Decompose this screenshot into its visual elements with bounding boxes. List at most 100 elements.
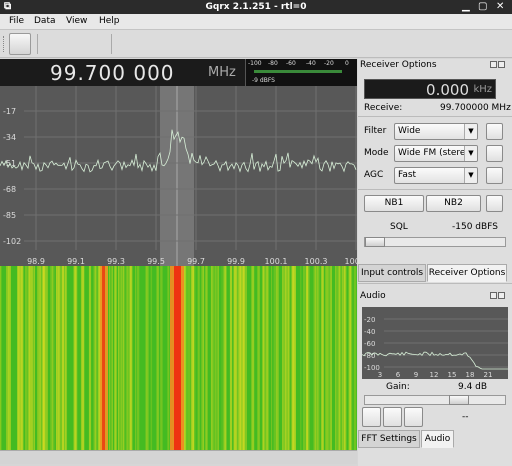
y-tick-label: -85 [3, 211, 16, 220]
offset-unit: kHz [473, 84, 492, 95]
x-tick-label: 99.5 [147, 257, 165, 266]
mode-label: Mode [364, 148, 389, 158]
waterfall-streak [223, 266, 225, 450]
maximize-icon[interactable]: ▢ [478, 0, 487, 14]
waterfall-streak [73, 266, 77, 450]
waterfall-svg [0, 266, 357, 450]
filter-offset-display[interactable]: 0.000 kHz [364, 79, 496, 99]
x-tick-label: 100.1 [265, 257, 288, 266]
waterfall-streak [201, 266, 203, 450]
waterfall-streak [284, 266, 287, 450]
waterfall-streak [37, 266, 40, 450]
frequency-bar: 99.700 000 MHz -100 -80 -60 -40 -20 0 -9… [0, 59, 357, 86]
nb1-button[interactable]: NB1 [364, 195, 424, 212]
divider [358, 116, 512, 117]
float-icon[interactable] [490, 61, 497, 68]
meter-level-bar [254, 70, 342, 73]
waterfall-streak [50, 266, 54, 450]
audio-x-tick-label: 18 [466, 371, 475, 379]
menu-file[interactable]: File [9, 16, 24, 26]
audio-gain-slider[interactable] [364, 395, 506, 405]
chevron-down-icon: ▼ [464, 146, 477, 161]
audio-y-tick-label: -60 [364, 340, 375, 348]
waterfall-streak [56, 266, 59, 450]
gain-label: Gain: [386, 382, 410, 392]
filter-label: Filter [364, 126, 387, 136]
close-icon[interactable] [498, 61, 505, 68]
float-icon[interactable] [490, 292, 497, 299]
waterfall-streak [137, 266, 140, 450]
nb2-button[interactable]: NB2 [426, 195, 481, 212]
waterfall-streak [277, 266, 279, 450]
spectrum-plot[interactable]: -17 -34 -51 -68 -85 -102 98.9 99.1 99.3 99.5 99.7 9… [0, 86, 367, 266]
audio-x-tick-label: 3 [378, 371, 382, 379]
mode-options-button[interactable] [486, 145, 503, 162]
sql-value: -150 dBFS [452, 222, 498, 232]
waterfall-streak [33, 266, 35, 450]
close-icon[interactable]: ✕ [496, 0, 504, 14]
tab-audio[interactable]: Audio [421, 430, 454, 448]
waterfall-streak [287, 266, 291, 450]
agc-select[interactable]: Fast ▼ [394, 167, 478, 184]
signal-meter: -100 -80 -60 -40 -20 0 -9 dBFS [245, 59, 357, 86]
horizontal-scrollbar[interactable] [0, 450, 357, 464]
frequency-unit: MHz [208, 65, 236, 80]
dock-buttons[interactable] [490, 61, 508, 69]
squelch-slider[interactable] [364, 237, 506, 247]
minimize-icon[interactable]: ▁ [462, 0, 470, 14]
window-menu-icon[interactable]: ⧉ [4, 0, 11, 14]
waterfall-streak [120, 266, 123, 450]
chevron-down-icon: ▼ [464, 124, 477, 139]
start-dsp-button[interactable] [9, 33, 31, 55]
menu-data[interactable]: Data [34, 16, 56, 26]
waterfall-streak [300, 266, 302, 450]
menu-view[interactable]: View [66, 16, 87, 26]
x-tick-label: 99.1 [67, 257, 85, 266]
mode-select[interactable]: Wide FM (stereo) ▼ [394, 145, 478, 162]
receive-label: Receive: [364, 103, 403, 113]
filter-value: Wide [398, 126, 421, 136]
tab-fft-settings[interactable]: FFT Settings [358, 430, 420, 448]
audio-play-button[interactable] [404, 407, 423, 427]
waterfall-streak [30, 266, 33, 450]
slider-handle[interactable] [365, 237, 385, 247]
x-tick-label: 99.3 [107, 257, 125, 266]
meter-tick: -80 [268, 60, 278, 67]
audio-record-button[interactable] [383, 407, 402, 427]
waterfall-display[interactable] [0, 266, 357, 450]
meter-tick: -100 [248, 60, 262, 67]
waterfall-streak [94, 266, 97, 450]
slider-handle[interactable] [449, 395, 469, 405]
waterfall-streak [308, 266, 310, 450]
waterfall-streak [80, 266, 82, 450]
toolbar-grip[interactable] [3, 36, 5, 52]
filter-options-button[interactable] [486, 123, 503, 140]
waterfall-streak [122, 266, 125, 450]
close-icon[interactable] [498, 292, 505, 299]
agc-value: Fast [398, 170, 417, 180]
filter-select[interactable]: Wide ▼ [394, 123, 478, 140]
waterfall-streak [126, 266, 129, 450]
nb-options-button[interactable] [486, 195, 503, 212]
tab-receiver-options[interactable]: Receiver Options [427, 264, 507, 282]
frequency-display[interactable]: 99.700 000 [50, 61, 175, 85]
y-tick-label: -68 [3, 185, 16, 194]
waterfall-streak [215, 266, 218, 450]
audio-options-button[interactable] [362, 407, 381, 427]
audio-x-tick-label: 21 [484, 371, 493, 379]
waterfall-streak [25, 266, 27, 450]
waterfall-streak [242, 266, 245, 450]
waterfall-streak [344, 266, 347, 450]
waterfall-streak [97, 266, 100, 450]
x-tick-label: 100.3 [305, 257, 328, 266]
waterfall-streak [282, 266, 284, 450]
waterfall-streak [198, 266, 200, 450]
tab-input-controls[interactable]: Input controls [358, 264, 426, 282]
menu-help[interactable]: Help [99, 16, 120, 26]
waterfall-streak [271, 266, 273, 450]
agc-options-button[interactable] [486, 167, 503, 184]
dock-buttons[interactable] [490, 292, 508, 300]
waterfall-streak [320, 266, 324, 450]
waterfall-streak [262, 266, 265, 450]
waterfall-streak [224, 266, 227, 450]
